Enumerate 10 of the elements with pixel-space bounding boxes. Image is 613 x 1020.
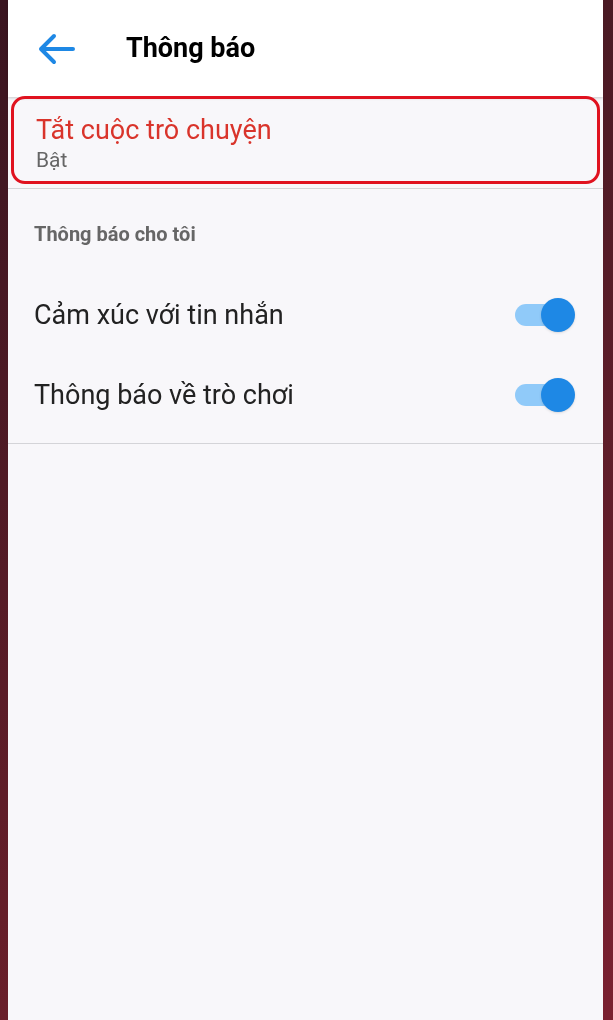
screen-title: Thông báo	[126, 31, 256, 67]
toggle-label: Thông báo về trò chơi	[34, 377, 294, 413]
toggle-switch[interactable]	[515, 297, 575, 333]
mute-setting[interactable]: Tắt cuộc trò chuyện Bật	[11, 96, 600, 184]
section-header: Thông báo cho tôi	[33, 221, 197, 248]
setting-value: Bật	[36, 147, 69, 173]
toggle-switch[interactable]	[515, 377, 575, 413]
back-arrow-icon	[37, 32, 75, 65]
toggle-label: Cảm xúc với tin nhắn	[34, 297, 284, 333]
setting-title: Tắt cuộc trò chuyện	[36, 113, 273, 147]
